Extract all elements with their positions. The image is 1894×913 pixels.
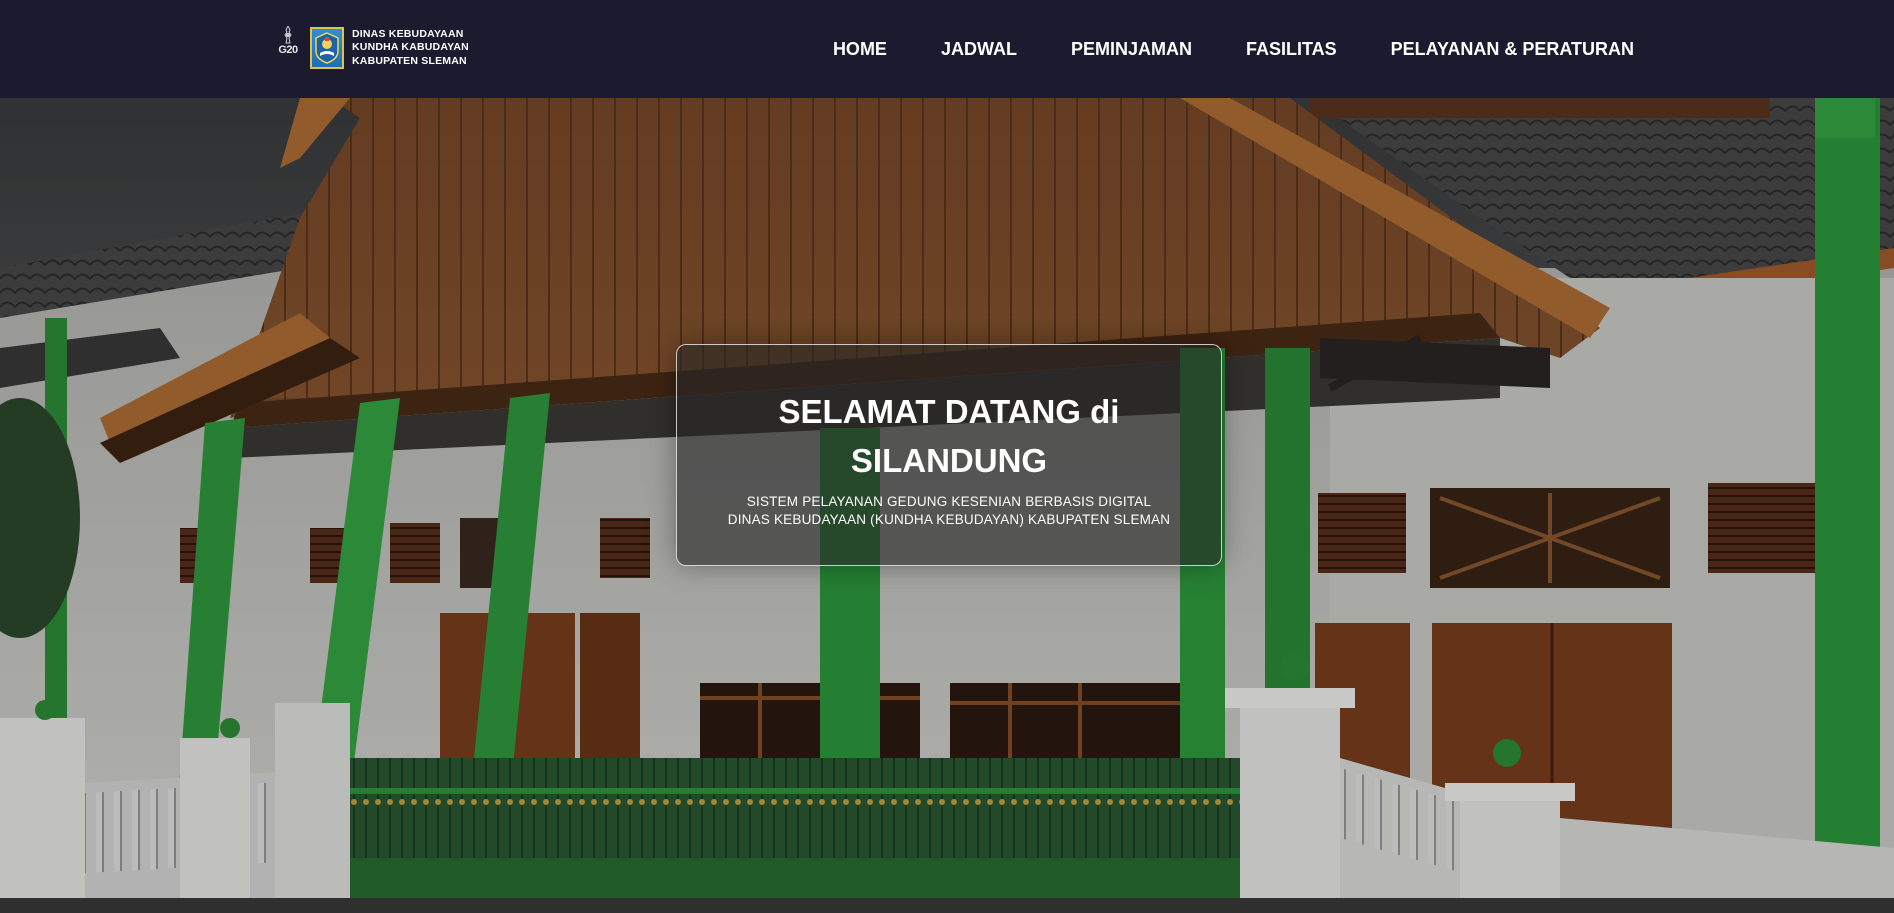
welcome-card: SELAMAT DATANG di SILANDUNG SISTEM PELAY… xyxy=(676,344,1222,566)
nav-jadwal[interactable]: JADWAL xyxy=(941,39,1017,60)
nav-pelayanan-peraturan[interactable]: PELAYANAN & PERATURAN xyxy=(1391,39,1634,60)
nav-home[interactable]: HOME xyxy=(833,39,887,60)
welcome-subtitle-line-2: DINAS KEBUDAYAAN (KUNDHA KEBUDAYAN) KABU… xyxy=(727,512,1171,527)
sleman-emblem-icon xyxy=(310,27,344,69)
navbar: G20 DINAS KEBUDAYAAN KUNDHA KABUDAYAN KA… xyxy=(0,0,1894,98)
page: G20 DINAS KEBUDAYAAN KUNDHA KABUDAYAN KA… xyxy=(0,0,1894,913)
brand-text: DINAS KEBUDAYAAN KUNDHA KABUDAYAN KABUPA… xyxy=(352,28,469,69)
nav-fasilitas[interactable]: FASILITAS xyxy=(1246,39,1337,60)
welcome-title: SELAMAT DATANG di SILANDUNG xyxy=(677,387,1221,485)
nav-peminjaman[interactable]: PEMINJAMAN xyxy=(1071,39,1192,60)
g20-logo-text: G20 xyxy=(278,44,298,56)
welcome-title-line-1: SELAMAT DATANG di xyxy=(778,393,1120,430)
brand-line-3: KABUPATEN SLEMAN xyxy=(352,54,467,67)
welcome-subtitle-line-1: SISTEM PELAYANAN GEDUNG KESENIAN BERBASI… xyxy=(746,494,1152,509)
welcome-title-line-2: SILANDUNG xyxy=(850,442,1048,479)
welcome-subtitle: SISTEM PELAYANAN GEDUNG KESENIAN BERBASI… xyxy=(677,493,1221,529)
brand-line-1: DINAS KEBUDAYAAN xyxy=(352,27,464,40)
main-nav: HOME JADWAL PEMINJAMAN FASILITAS PELAYAN… xyxy=(833,0,1634,98)
brand[interactable]: G20 DINAS KEBUDAYAAN KUNDHA KABUDAYAN KA… xyxy=(274,26,469,70)
hero-section: SELAMAT DATANG di SILANDUNG SISTEM PELAY… xyxy=(0,98,1894,913)
brand-line-2: KUNDHA KABUDAYAN xyxy=(352,41,469,54)
g20-logo-icon: G20 xyxy=(274,26,302,70)
